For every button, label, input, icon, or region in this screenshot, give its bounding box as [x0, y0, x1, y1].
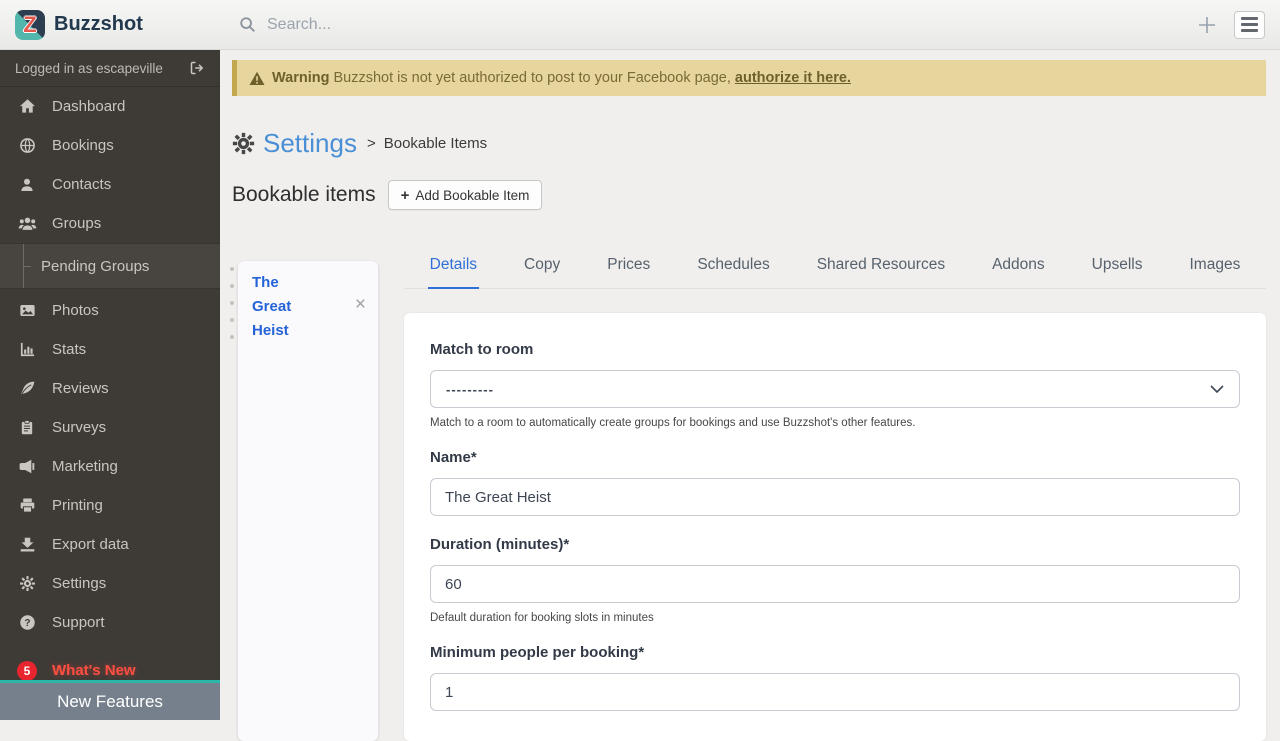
whats-new-badge: 5 — [17, 660, 37, 681]
home-icon — [17, 98, 37, 115]
sidebar-item-reviews[interactable]: Reviews — [0, 369, 220, 408]
search-bar — [220, 15, 1196, 34]
breadcrumb: Settings > Bookable Items — [232, 128, 1280, 159]
top-bar: Z Buzzshot — [0, 0, 1280, 50]
page-title-row: Bookable items + Add Bookable Item — [232, 180, 1280, 210]
sidebar-item-marketing[interactable]: Marketing — [0, 447, 220, 486]
tab-upsells[interactable]: Upsells — [1090, 246, 1145, 288]
breadcrumb-current-page: Bookable Items — [383, 135, 488, 152]
sidebar-item-stats[interactable]: Stats — [0, 330, 220, 369]
min-people-label: Minimum people per booking* — [430, 644, 645, 661]
menu-hamburger-button[interactable] — [1234, 10, 1265, 39]
feather-icon — [17, 380, 37, 397]
search-input[interactable] — [267, 15, 687, 34]
duration-field[interactable] — [430, 565, 1240, 603]
duration-help: Default duration for booking slots in mi… — [430, 612, 654, 624]
duration-label: Duration (minutes)* — [430, 536, 570, 553]
tab-shared-resources[interactable]: Shared Resources — [815, 246, 947, 288]
warning-triangle-icon — [249, 71, 265, 86]
bookable-item-name[interactable]: The Great Heist — [252, 271, 318, 343]
drag-handle-dots[interactable] — [230, 267, 235, 741]
tab-images[interactable]: Images — [1187, 246, 1242, 288]
svg-text:?: ? — [24, 618, 30, 629]
logout-icon[interactable] — [189, 60, 205, 76]
breadcrumb-separator: > — [366, 135, 376, 152]
sidebar-subgroup: Pending Groups — [0, 243, 220, 289]
sidebar-item-contacts[interactable]: Contacts — [0, 165, 220, 204]
page-title: Bookable items — [232, 183, 376, 206]
clipboard-icon — [17, 419, 37, 436]
name-label: Name* — [430, 449, 477, 466]
sidebar-item-dashboard[interactable]: Dashboard — [0, 87, 220, 126]
gear-icon — [17, 575, 37, 592]
settings-gear-icon — [232, 132, 255, 155]
sidebar: Logged in as escapeville Dashboard Booki… — [0, 50, 220, 720]
sidebar-item-printing[interactable]: Printing — [0, 486, 220, 525]
main-content: Warning Buzzshot is not yet authorized t… — [220, 50, 1280, 741]
logged-in-label: Logged in as escapeville — [15, 60, 163, 76]
new-features-button[interactable]: New Features — [0, 680, 220, 720]
globe-icon — [17, 137, 37, 154]
name-field[interactable] — [430, 478, 1240, 516]
printer-icon — [17, 497, 37, 514]
warning-message: Buzzshot is not yet authorized to post t… — [333, 70, 731, 86]
tab-copy[interactable]: Copy — [522, 246, 562, 288]
sidebar-item-pending-groups[interactable]: Pending Groups — [0, 244, 220, 288]
breadcrumb-settings-link[interactable]: Settings — [263, 128, 357, 159]
item-editor: Details Copy Prices Schedules Shared Res… — [404, 246, 1266, 741]
bookable-items-content: The Great Heist × Details Copy Prices Sc… — [220, 246, 1280, 741]
sidebar-item-settings[interactable]: Settings — [0, 564, 220, 603]
bookable-item-card[interactable]: The Great Heist × — [238, 261, 378, 741]
sidebar-item-surveys[interactable]: Surveys — [0, 408, 220, 447]
buzzshot-logo-icon: Z — [15, 9, 45, 40]
sidebar-item-photos[interactable]: Photos — [0, 291, 220, 330]
match-to-room-label: Match to room — [430, 341, 534, 358]
tab-addons[interactable]: Addons — [990, 246, 1047, 288]
tab-schedules[interactable]: Schedules — [695, 246, 771, 288]
facebook-warning-banner: Warning Buzzshot is not yet authorized t… — [232, 60, 1266, 96]
brand-logo[interactable]: Z Buzzshot — [0, 9, 220, 40]
user-icon — [17, 177, 37, 193]
download-icon — [17, 536, 37, 553]
sidebar-item-support[interactable]: ? Support — [0, 603, 220, 642]
match-to-room-help: Match to a room to automatically create … — [430, 417, 916, 429]
close-icon[interactable]: × — [355, 295, 366, 314]
bar-chart-icon — [17, 341, 37, 358]
logged-in-bar: Logged in as escapeville — [0, 50, 220, 87]
tab-prices[interactable]: Prices — [605, 246, 652, 288]
tab-details[interactable]: Details — [427, 246, 480, 289]
search-icon — [239, 16, 256, 33]
megaphone-icon — [17, 458, 37, 475]
sidebar-item-groups[interactable]: Groups — [0, 204, 220, 243]
bookable-item-list: The Great Heist × — [230, 261, 378, 741]
users-icon — [17, 215, 37, 232]
min-people-field[interactable] — [430, 673, 1240, 711]
warning-prefix: Warning — [272, 70, 330, 86]
plus-icon: + — [400, 186, 410, 204]
sidebar-item-bookings[interactable]: Bookings — [0, 126, 220, 165]
topbar-actions — [1196, 10, 1280, 39]
match-to-room-select[interactable]: --------- — [430, 370, 1240, 408]
brand-name: Buzzshot — [54, 13, 143, 35]
chevron-down-icon — [1210, 384, 1224, 394]
details-form: Match to room --------- Match to a room … — [404, 313, 1266, 741]
add-bookable-item-button[interactable]: + Add Bookable Item — [387, 180, 543, 210]
sidebar-item-export-data[interactable]: Export data — [0, 525, 220, 564]
plus-icon[interactable] — [1196, 14, 1218, 36]
item-editor-tabs: Details Copy Prices Schedules Shared Res… — [404, 246, 1266, 289]
authorize-link[interactable]: authorize it here. — [735, 70, 851, 86]
image-icon — [17, 302, 37, 319]
match-to-room-value: --------- — [446, 381, 494, 397]
question-circle-icon: ? — [17, 614, 37, 631]
